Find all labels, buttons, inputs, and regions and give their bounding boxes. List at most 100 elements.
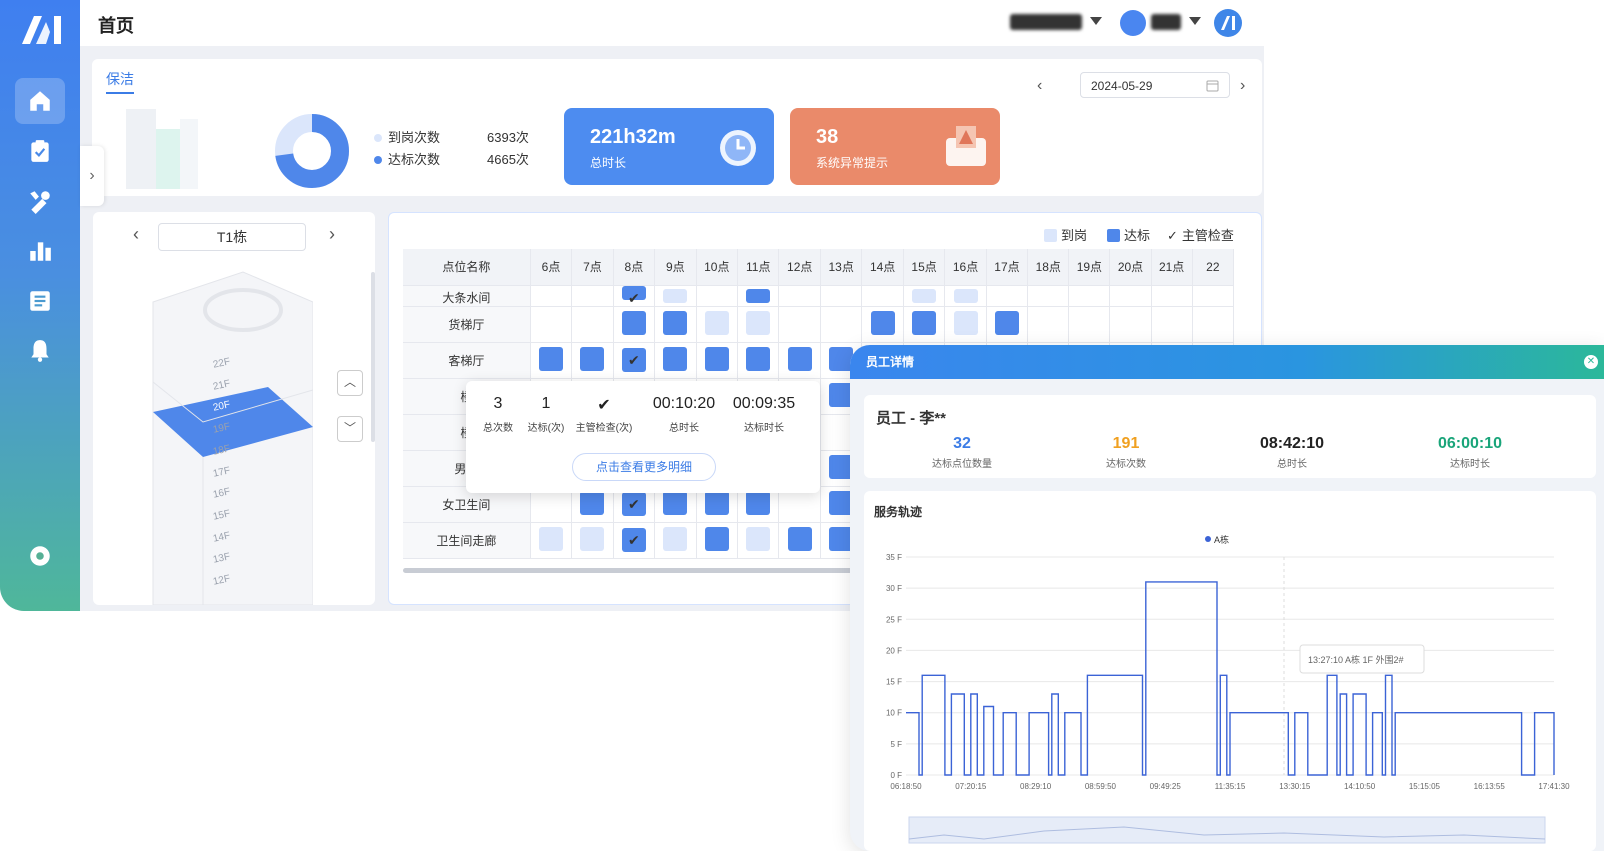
legend-label: 达标 — [1124, 228, 1151, 243]
chevron-down-icon[interactable] — [1189, 17, 1201, 25]
schedule-cell[interactable] — [861, 306, 904, 343]
schedule-cell[interactable] — [737, 285, 780, 307]
y-tick-label: 25 F — [886, 615, 902, 624]
close-icon[interactable]: ✕ — [1584, 355, 1598, 369]
schedule-cell[interactable] — [1192, 306, 1234, 343]
schedule-cell[interactable] — [530, 522, 573, 559]
schedule-cell[interactable] — [530, 285, 573, 307]
schedule-cell[interactable] — [903, 306, 946, 343]
schedule-cell[interactable] — [903, 285, 946, 307]
prev-building-button[interactable]: ‹ — [133, 224, 139, 245]
collapse-toggle[interactable]: › — [80, 146, 104, 206]
chevron-down-icon[interactable] — [1090, 17, 1102, 25]
schedule-cell[interactable] — [737, 342, 780, 379]
nav-notifications[interactable] — [15, 328, 65, 374]
view-details-button[interactable]: 点击查看更多明细 — [572, 453, 716, 481]
schedule-cell[interactable] — [571, 285, 614, 307]
schedule-cell[interactable] — [571, 522, 614, 559]
legend-arrivals: 到岗次数 — [374, 127, 440, 146]
schedule-cell[interactable] — [530, 342, 573, 379]
schedule-cell[interactable] — [613, 306, 656, 343]
column-header: 8点 — [613, 249, 656, 286]
column-header: 19点 — [1068, 249, 1111, 286]
building-name[interactable]: T1栋 — [158, 223, 306, 251]
next-building-button[interactable]: › — [329, 224, 335, 245]
column-header: 12点 — [778, 249, 821, 286]
schedule-cell[interactable] — [571, 342, 614, 379]
schedule-cell[interactable] — [530, 306, 573, 343]
schedule-cell[interactable]: ✔ — [613, 285, 656, 307]
schedule-cell[interactable] — [1027, 285, 1070, 307]
location-name: 大条水间 — [403, 285, 531, 307]
schedule-cell[interactable] — [654, 522, 697, 559]
nav-tasks[interactable] — [15, 128, 65, 174]
table-row: 大条水间 ✔ — [403, 285, 1234, 307]
avatar[interactable] — [1120, 10, 1146, 36]
schedule-cell[interactable] — [1109, 306, 1152, 343]
schedule-cell[interactable] — [696, 285, 739, 307]
card-total-duration[interactable]: 221h32m 总时长 — [564, 108, 774, 185]
floor-up-button[interactable]: ︿ — [337, 370, 363, 396]
schedule-cell[interactable] — [820, 285, 863, 307]
scrollbar[interactable] — [371, 272, 375, 442]
clipboard-icon — [31, 140, 49, 162]
nav-home[interactable] — [15, 78, 65, 124]
schedule-cell[interactable] — [737, 522, 780, 559]
schedule-cell[interactable] — [1151, 306, 1193, 343]
nav-list[interactable] — [15, 278, 65, 324]
arrival-mark — [953, 288, 978, 303]
next-date-button[interactable]: › — [1240, 77, 1245, 95]
user-name-blurred[interactable] — [1151, 14, 1181, 30]
date-picker[interactable]: 2024-05-29 — [1080, 72, 1230, 98]
schedule-cell[interactable] — [654, 342, 697, 379]
popup-qualified-duration-value: 00:09:35 — [732, 395, 796, 412]
prev-date-button[interactable]: ‹ — [1037, 77, 1042, 95]
legend-label: 到岗次数 — [388, 130, 441, 145]
calendar-icon — [1206, 80, 1219, 92]
card-system-alerts[interactable]: 38 系统异常提示 — [790, 108, 1000, 185]
schedule-cell[interactable] — [778, 285, 821, 307]
qualified-mark — [663, 490, 688, 515]
schedule-cell[interactable] — [696, 522, 739, 559]
schedule-cell[interactable] — [696, 342, 739, 379]
x-tick-label: 09:49:25 — [1150, 782, 1182, 791]
schedule-cell[interactable] — [861, 285, 904, 307]
service-track-chart[interactable]: A栋 0 F 5 F 10 F 15 F 20 F 25 F 30 F 35 F 06:18:50… — [864, 517, 1596, 851]
schedule-cell[interactable] — [778, 306, 821, 343]
nav-stats[interactable] — [15, 228, 65, 274]
qualified-mark — [704, 346, 729, 371]
schedule-cell[interactable] — [1192, 285, 1234, 307]
legend-arrival: 到岗 — [1044, 225, 1087, 244]
schedule-cell[interactable] — [944, 285, 987, 307]
donut-chart — [275, 114, 349, 188]
schedule-cell[interactable] — [986, 285, 1029, 307]
schedule-cell[interactable] — [1109, 285, 1152, 307]
schedule-cell[interactable] — [986, 306, 1029, 343]
schedule-cell[interactable] — [654, 285, 697, 307]
floor-down-button[interactable]: ﹀ — [337, 416, 363, 442]
brand-icon[interactable] — [1214, 9, 1242, 37]
schedule-cell[interactable] — [1068, 285, 1111, 307]
schedule-cell[interactable] — [737, 306, 780, 343]
schedule-cell[interactable] — [944, 306, 987, 343]
nav-settings[interactable] — [15, 533, 65, 579]
service-track-card: 服务轨迹 A栋 0 F5 F 10 F 15 F 20 F 25 F 30 F 35 F 06:… — [864, 491, 1596, 851]
schedule-cell[interactable] — [654, 306, 697, 343]
supervisor-check-mark: ✔ — [621, 528, 646, 552]
schedule-cell[interactable] — [778, 342, 821, 379]
schedule-cell[interactable] — [1151, 285, 1193, 307]
schedule-cell[interactable] — [1068, 306, 1111, 343]
schedule-cell[interactable] — [696, 306, 739, 343]
schedule-cell[interactable] — [1027, 306, 1070, 343]
home-icon — [30, 91, 50, 111]
schedule-cell[interactable] — [571, 306, 614, 343]
tab-cleaning[interactable]: 保洁 — [106, 69, 134, 89]
popup-qualified-duration-label: 达标时长 — [744, 423, 784, 434]
schedule-cell[interactable]: ✔ — [613, 342, 656, 379]
org-name-blurred[interactable] — [1010, 14, 1082, 30]
nav-tools[interactable] — [15, 178, 65, 224]
schedule-cell[interactable]: ✔ — [613, 522, 656, 559]
stat-qualified-points-label: 达标点位数量 — [932, 459, 992, 470]
schedule-cell[interactable] — [778, 522, 821, 559]
schedule-cell[interactable] — [820, 306, 863, 343]
